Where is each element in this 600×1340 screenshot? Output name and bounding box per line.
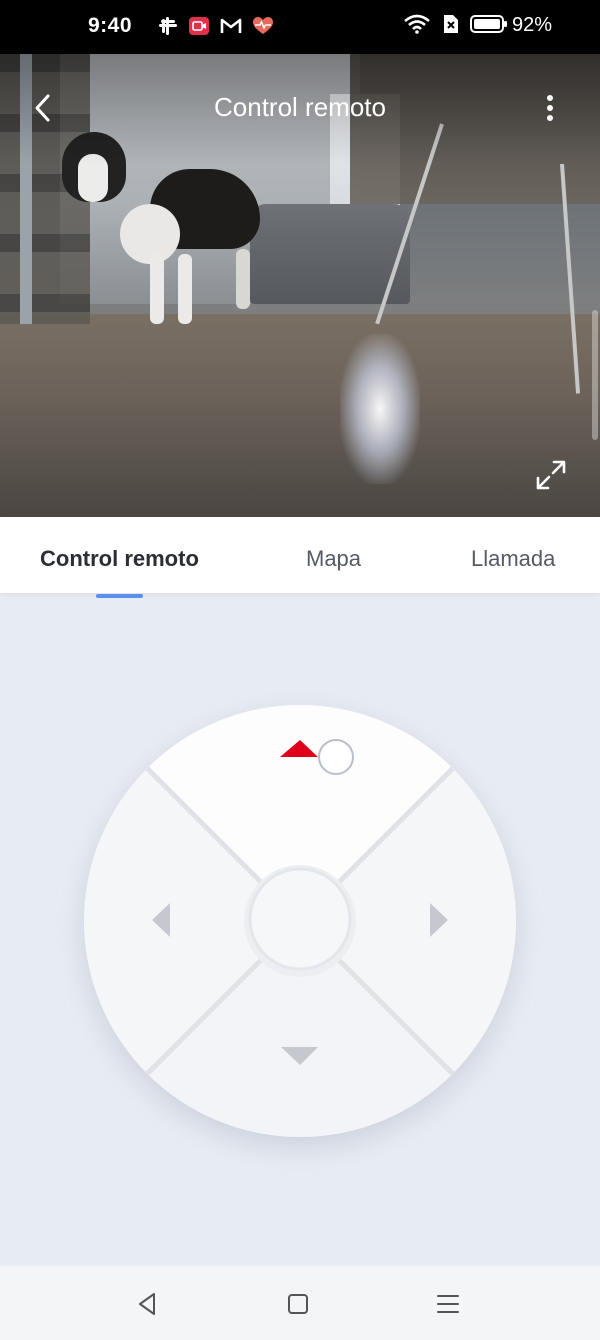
camera-scene-dog-leg	[150, 254, 164, 324]
no-sim-icon	[444, 15, 458, 33]
system-nav-bar	[0, 1266, 600, 1340]
more-vertical-icon[interactable]	[538, 90, 562, 126]
status-notification-icons	[158, 16, 274, 36]
battery-icon	[470, 15, 507, 33]
active-tab-indicator	[96, 594, 143, 598]
tab-bar: Control remoto Mapa Llamada	[0, 517, 600, 593]
screen-record-icon	[189, 17, 209, 35]
fullscreen-expand-icon[interactable]	[534, 458, 568, 492]
page-title: Control remoto	[214, 92, 386, 122]
status-time: 9:40	[88, 14, 133, 37]
camera-scene-dog-leg	[178, 254, 192, 324]
wifi-icon	[404, 14, 430, 34]
home-square-icon[interactable]	[284, 1290, 312, 1318]
health-heart-icon	[253, 17, 273, 34]
camera-scene-dog-chest	[120, 204, 180, 264]
camera-scene-dog-leg	[236, 249, 250, 309]
gmail-icon	[220, 18, 242, 33]
remote-control-pad-graphic	[84, 705, 516, 1137]
remote-control-pad	[84, 705, 516, 1137]
camera-scene-floor	[0, 314, 600, 517]
tab-control-remoto[interactable]: Control remoto	[40, 546, 199, 572]
menu-lines-icon[interactable]	[434, 1290, 462, 1318]
live-camera-view[interactable]: Control remoto	[0, 54, 600, 517]
tab-llamada[interactable]: Llamada	[471, 546, 555, 572]
tab-mapa[interactable]: Mapa	[306, 546, 361, 572]
status-bar: 9:40 92%	[0, 0, 600, 54]
direction-indicator-circle	[318, 739, 354, 775]
slack-icon	[159, 17, 177, 35]
back-triangle-icon[interactable]	[134, 1290, 162, 1318]
battery-percent: 92%	[511, 14, 552, 36]
camera-scene-light-reflection	[340, 334, 420, 484]
camera-scroll-indicator	[592, 310, 598, 440]
status-system-icons	[404, 14, 508, 34]
pad-center-button[interactable]	[248, 867, 352, 971]
